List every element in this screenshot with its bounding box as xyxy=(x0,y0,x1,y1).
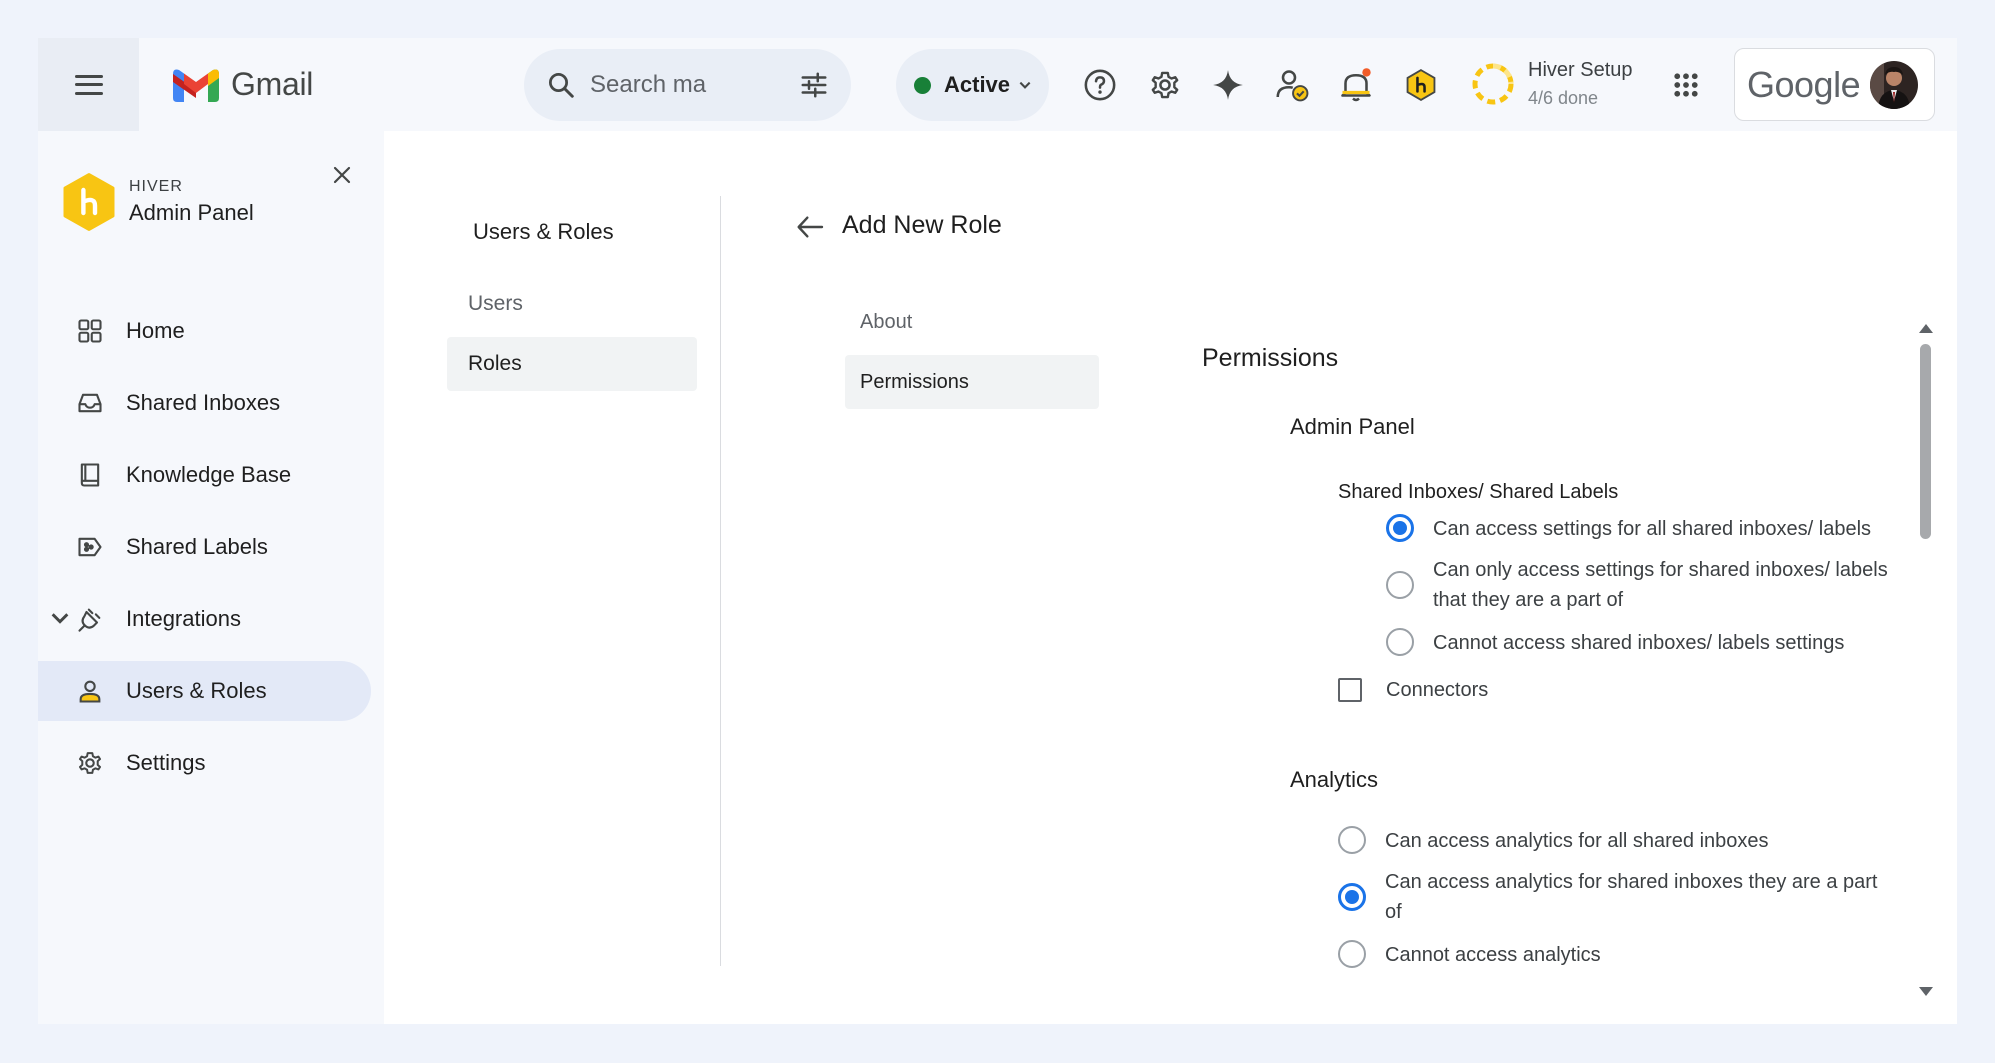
sidebar-item-settings[interactable]: Settings xyxy=(38,733,371,793)
setup-title: Hiver Setup xyxy=(1528,59,1633,81)
radio-option-all-settings[interactable]: Can access settings for all shared inbox… xyxy=(1386,514,1871,544)
setup-progress-ring-icon xyxy=(1472,63,1514,105)
sidebar-item-label: Knowledge Base xyxy=(126,462,292,487)
label-share-icon xyxy=(78,537,102,557)
radio-button[interactable] xyxy=(1386,628,1414,656)
gear-icon xyxy=(78,752,102,774)
status-selector[interactable]: Active xyxy=(896,49,1049,121)
section-title: Users & Roles xyxy=(473,219,614,244)
help-icon[interactable] xyxy=(1080,65,1120,105)
apps-grid-icon[interactable] xyxy=(1666,65,1706,105)
column-divider xyxy=(720,196,721,966)
radio-option-no-settings[interactable]: Cannot access shared inboxes/ labels set… xyxy=(1386,628,1844,658)
setup-progress-text: 4/6 done xyxy=(1528,88,1599,108)
inbox-icon xyxy=(78,393,102,413)
sidebar-item-knowledge-base[interactable]: Knowledge Base xyxy=(38,445,371,505)
chevron-down-icon[interactable] xyxy=(49,607,71,629)
radio-button[interactable] xyxy=(1338,826,1366,854)
radio-option-all-analytics[interactable]: Can access analytics for all shared inbo… xyxy=(1338,826,1769,856)
plug-icon xyxy=(78,608,101,632)
option-label-line: of xyxy=(1385,901,1402,923)
notification-bell-icon[interactable] xyxy=(1336,65,1376,105)
hiver-setup-progress[interactable]: Hiver Setup 4/6 done xyxy=(1470,53,1633,115)
scroll-down-arrow-icon[interactable] xyxy=(1919,987,1933,996)
person-icon xyxy=(79,680,101,703)
connectors-checkbox[interactable] xyxy=(1338,678,1362,702)
permissions-title: Permissions xyxy=(1202,344,1339,372)
app-window: Gmail Search ma Active Hiver Setup 4/6 d… xyxy=(38,38,1957,1024)
user-check-icon[interactable] xyxy=(1272,65,1312,105)
option-label-line: that they are a part of xyxy=(1433,589,1624,611)
close-icon[interactable] xyxy=(330,163,354,187)
brand-label: HIVER xyxy=(129,178,183,195)
google-account-button[interactable]: Google xyxy=(1734,48,1935,121)
main-menu-icon[interactable] xyxy=(74,74,103,95)
scroll-up-arrow-icon[interactable] xyxy=(1919,324,1933,333)
sidebar-item-label: Settings xyxy=(126,750,206,775)
tab-roles[interactable]: Roles xyxy=(447,337,697,391)
radio-option-part-of-settings[interactable]: Can only access settings for shared inbo… xyxy=(1386,555,1888,615)
option-label: Can access settings for all shared inbox… xyxy=(1433,518,1872,540)
radio-option-part-of-analytics[interactable]: Can access analytics for shared inboxes … xyxy=(1338,867,1877,927)
page-title: Add New Role xyxy=(842,211,1002,239)
admin-sidebar: HIVER Admin Panel Home Shared Inboxes Kn… xyxy=(38,131,384,1024)
tab-about[interactable]: About xyxy=(845,295,1099,349)
radio-button[interactable] xyxy=(1338,940,1366,968)
tab-users[interactable]: Users xyxy=(447,277,697,331)
search-options-icon[interactable] xyxy=(799,70,829,100)
sidebar-item-integrations[interactable]: Integrations xyxy=(38,589,371,649)
gmail-wordmark: Gmail xyxy=(231,66,314,102)
brand-title: Admin Panel xyxy=(129,200,254,225)
book-icon xyxy=(80,463,100,487)
radio-button[interactable] xyxy=(1338,883,1366,911)
main-menu-area xyxy=(38,38,139,131)
back-arrow-icon[interactable] xyxy=(794,211,826,243)
sidebar-item-label: Users & Roles xyxy=(126,678,267,703)
search-icon[interactable] xyxy=(546,70,576,100)
grid-icon xyxy=(78,319,102,343)
sidebar-item-label: Home xyxy=(126,318,185,343)
status-label: Active xyxy=(944,72,1011,97)
admin-panel-heading: Admin Panel xyxy=(1290,414,1415,439)
radio-option-no-analytics[interactable]: Cannot access analytics xyxy=(1338,940,1601,970)
option-label: Can access analytics for all shared inbo… xyxy=(1385,830,1769,852)
sidebar-item-users-roles[interactable]: Users & Roles xyxy=(38,661,371,721)
hiver-logo-icon xyxy=(63,173,115,231)
connectors-checkbox-option[interactable]: Connectors xyxy=(1338,678,1488,702)
sidebar-item-shared-labels[interactable]: Shared Labels xyxy=(38,517,371,577)
radio-button[interactable] xyxy=(1386,571,1414,599)
sidebar-item-shared-inboxes[interactable]: Shared Inboxes xyxy=(38,373,371,433)
sparkle-icon[interactable] xyxy=(1208,65,1248,105)
option-label-line: Can only access settings for shared inbo… xyxy=(1433,559,1888,581)
option-label: Can only access settings for shared inbo… xyxy=(1433,555,1888,615)
option-label: Can access analytics for shared inboxes … xyxy=(1385,867,1877,927)
scrollbar-thumb[interactable] xyxy=(1920,344,1931,539)
permissions-scrollbar[interactable] xyxy=(1917,324,1937,996)
main-content: Users & Roles Users Roles Add New Role A… xyxy=(384,131,1957,1024)
option-label: Cannot access shared inboxes/ labels set… xyxy=(1433,632,1845,654)
option-label-line: Can access analytics for shared inboxes … xyxy=(1385,871,1878,893)
sidebar-item-label: Shared Inboxes xyxy=(126,390,281,415)
shared-inboxes-heading: Shared Inboxes/ Shared Labels xyxy=(1338,481,1619,503)
status-dot xyxy=(914,76,931,94)
hiver-extension-icon[interactable] xyxy=(1401,65,1441,105)
sidebar-item-home[interactable]: Home xyxy=(38,301,371,361)
search-input[interactable]: Search ma xyxy=(590,71,799,99)
option-label: Cannot access analytics xyxy=(1385,944,1601,966)
sidebar-item-label: Shared Labels xyxy=(126,534,268,559)
gmail-logo[interactable]: Gmail xyxy=(173,66,313,103)
sidebar-item-label: Integrations xyxy=(126,606,241,631)
settings-gear-icon[interactable] xyxy=(1145,65,1185,105)
tab-permissions[interactable]: Permissions xyxy=(845,355,1099,409)
google-wordmark: Google xyxy=(1747,63,1861,105)
search-bar[interactable]: Search ma xyxy=(524,49,851,121)
option-label: Connectors xyxy=(1386,679,1489,701)
top-bar: Gmail Search ma Active Hiver Setup 4/6 d… xyxy=(38,38,1957,131)
radio-button[interactable] xyxy=(1386,514,1414,542)
hiver-admin-brand: HIVER Admin Panel xyxy=(63,173,254,231)
chevron-down-icon xyxy=(1019,81,1031,89)
gmail-m-icon xyxy=(173,69,219,102)
analytics-heading: Analytics xyxy=(1290,767,1379,792)
avatar[interactable] xyxy=(1870,60,1919,109)
